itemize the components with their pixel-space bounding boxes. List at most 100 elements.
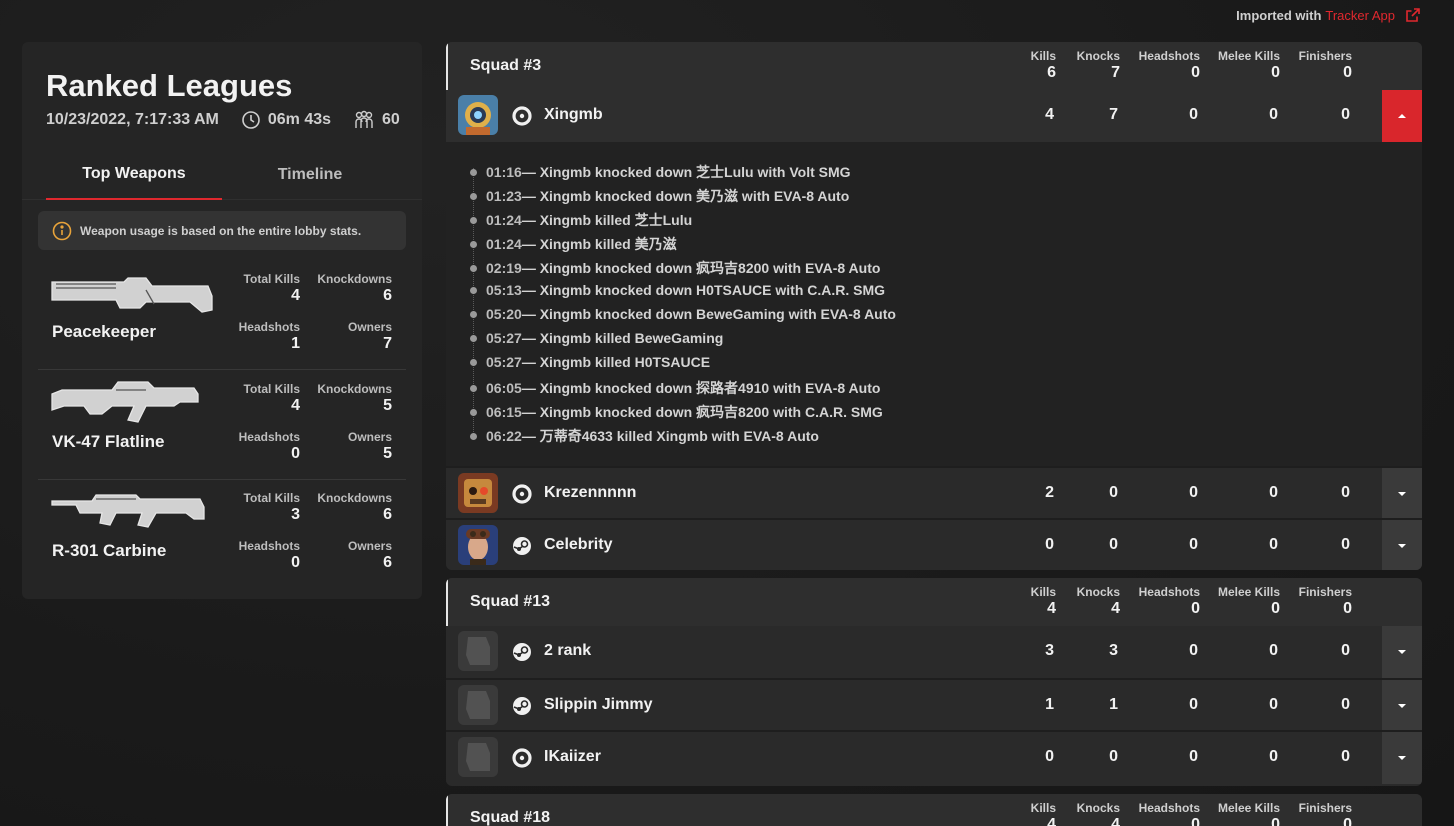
squad-header[interactable]: Squad #13 Kills 4 Knocks 4 Headshots 0 Mele… — [446, 578, 1422, 626]
player-knocks: 0 — [1109, 484, 1118, 501]
timeline-event: 06:05 — Xingmb knocked down 探路者4910 with… — [470, 378, 880, 398]
external-link-icon[interactable] — [1405, 7, 1421, 23]
player-melee: 0 — [1269, 642, 1278, 659]
squad-total-knocks: Knocks 4 — [1076, 801, 1120, 826]
player-name[interactable]: Slippin Jimmy — [544, 696, 652, 714]
collapse-toggle[interactable] — [1382, 90, 1422, 142]
expand-toggle[interactable] — [1382, 680, 1422, 732]
timeline-event: 02:19 — Xingmb knocked down 疯玛吉8200 with… — [470, 258, 880, 278]
player-name[interactable]: IKaiizer — [544, 748, 601, 766]
squad-total-melee: Melee Kills 0 — [1217, 585, 1280, 617]
tracker-app-link[interactable]: Tracker App — [1325, 8, 1395, 23]
player-knocks: 0 — [1109, 536, 1118, 553]
match-duration: 06m 43s — [267, 111, 332, 128]
avatar — [458, 685, 498, 725]
squad-total-finishers: Finishers 0 — [1298, 585, 1352, 617]
timeline-event: 05:20 — Xingmb knocked down BeweGaming w… — [470, 306, 896, 322]
timeline-event: 05:27 — Xingmb killed BeweGaming — [470, 330, 723, 346]
player-knocks: 0 — [1109, 748, 1118, 765]
weapon-headshots: Headshots 1 — [238, 320, 300, 352]
player-row[interactable]: IKaiizer 0 0 0 0 0 — [446, 730, 1422, 784]
player-name[interactable]: 2 rank — [544, 642, 591, 660]
weapon-total-kills: Total Kills 4 — [243, 382, 300, 414]
player-count: 60 — [382, 111, 400, 128]
page-title: Ranked Leagues — [46, 68, 293, 103]
vk47-flatline-weapon-icon — [51, 381, 199, 423]
player-kills: 1 — [1045, 696, 1054, 713]
player-kills: 4 — [1045, 106, 1054, 123]
expand-toggle[interactable] — [1382, 468, 1422, 520]
caret-down-icon — [1398, 492, 1406, 496]
player-headshots: 0 — [1189, 484, 1198, 501]
tab-timeline[interactable]: Timeline — [222, 150, 398, 200]
squad-header[interactable]: Squad #18 Kills 4 Knocks 4 Headshots 0 Mele… — [446, 794, 1422, 826]
origin-icon — [512, 484, 532, 504]
weapon-name: R-301 Carbine — [52, 541, 167, 560]
origin-icon — [512, 106, 532, 126]
avatar — [458, 631, 498, 671]
tab-top-weapons[interactable]: Top Weapons — [46, 150, 222, 200]
squad-total-kills: Kills 4 — [1030, 801, 1056, 826]
weapon-name: Peacekeeper — [52, 322, 156, 341]
expand-toggle[interactable] — [1382, 520, 1422, 570]
weapon-card-r301-carbine[interactable]: R-301 Carbine Total Kills 3 Knockdowns 6… — [38, 479, 406, 589]
player-name[interactable]: Krezennnnn — [544, 484, 636, 502]
caret-down-icon — [1398, 756, 1406, 760]
player-row[interactable]: Xingmb 4 7 0 0 0 — [446, 90, 1422, 142]
player-timeline: 01:16 — Xingmb knocked down 芝士Lulu with … — [446, 142, 1422, 466]
squad-total-headshots: Headshots 0 — [1138, 49, 1200, 81]
import-banner-prefix: Imported with — [1236, 7, 1322, 23]
player-name[interactable]: Celebrity — [544, 536, 612, 554]
player-headshots: 0 — [1189, 536, 1198, 553]
timeline-event: 01:24 — Xingmb killed 美乃滋 — [470, 234, 677, 254]
squad-total-knocks: Knocks 4 — [1076, 585, 1120, 617]
steam-icon — [513, 643, 531, 661]
squad-total-kills: Kills 4 — [1030, 585, 1056, 617]
squad-total-kills: Kills 6 — [1030, 49, 1056, 81]
peacekeeper-weapon-icon — [51, 277, 213, 313]
weapon-card-vk47-flatline[interactable]: VK-47 Flatline Total Kills 4 Knockdowns … — [38, 370, 406, 480]
weapon-headshots: Headshots 0 — [238, 539, 300, 571]
weapon-owners: Owners 5 — [347, 430, 392, 462]
steam-icon — [513, 697, 531, 715]
avatar — [458, 473, 498, 513]
player-finishers: 0 — [1341, 106, 1350, 123]
weapon-card-peacekeeper[interactable]: Peacekeeper Total Kills 4 Knockdowns 6 H… — [38, 260, 406, 370]
timeline-event: 06:22 — 万蒂奇4633 killed Xingmb with EVA-8… — [470, 426, 819, 446]
player-row[interactable]: Krezennnnn 2 0 0 0 0 — [446, 466, 1422, 520]
origin-icon — [512, 748, 532, 768]
timeline-event: 05:13 — Xingmb knocked down H0TSAUCE wit… — [470, 282, 885, 298]
squad-total-finishers: Finishers 0 — [1298, 801, 1352, 826]
player-finishers: 0 — [1341, 536, 1350, 553]
player-kills: 2 — [1045, 484, 1054, 501]
squad-header[interactable]: Squad #3 Kills 6 Knocks 7 Headshots 0 Melee… — [446, 42, 1422, 90]
player-finishers: 0 — [1341, 642, 1350, 659]
caret-down-icon — [1398, 650, 1406, 654]
squad-card: Squad #18 Kills 4 Knocks 4 Headshots 0 Mele… — [446, 794, 1422, 826]
timeline-event: 01:23 — Xingmb knocked down 美乃滋 with EVA… — [470, 186, 849, 206]
weapon-name: VK-47 Flatline — [52, 432, 165, 451]
expand-toggle[interactable] — [1382, 626, 1422, 678]
player-melee: 0 — [1269, 484, 1278, 501]
player-headshots: 0 — [1189, 106, 1198, 123]
player-kills: 0 — [1045, 536, 1054, 553]
weapon-knockdowns: Knockdowns 5 — [317, 382, 392, 414]
expand-toggle[interactable] — [1382, 732, 1422, 784]
match-summary-panel: Ranked Leagues 10/23/2022, 7:17:33 AM 06… — [22, 42, 422, 599]
player-finishers: 0 — [1341, 484, 1350, 501]
r301-carbine-weapon-icon — [51, 494, 205, 528]
avatar — [458, 95, 498, 135]
caret-up-icon — [1398, 114, 1406, 118]
weapon-headshots: Headshots 0 — [238, 430, 300, 462]
weapon-owners: Owners 7 — [347, 320, 392, 352]
player-name[interactable]: Xingmb — [544, 106, 603, 124]
squad-card: Squad #3 Kills 6 Knocks 7 Headshots 0 Melee… — [446, 42, 1422, 570]
player-row[interactable]: Celebrity 0 0 0 0 0 — [446, 518, 1422, 570]
player-row[interactable]: 2 rank 3 3 0 0 0 — [446, 626, 1422, 678]
weapon-knockdowns: Knockdowns 6 — [317, 272, 392, 304]
import-banner: Imported with Tracker App — [1236, 7, 1421, 23]
player-headshots: 0 — [1189, 642, 1198, 659]
weapon-owners: Owners 6 — [347, 539, 392, 571]
player-row[interactable]: Slippin Jimmy 1 1 0 0 0 — [446, 678, 1422, 732]
squad-total-melee: Melee Kills 0 — [1217, 49, 1280, 81]
